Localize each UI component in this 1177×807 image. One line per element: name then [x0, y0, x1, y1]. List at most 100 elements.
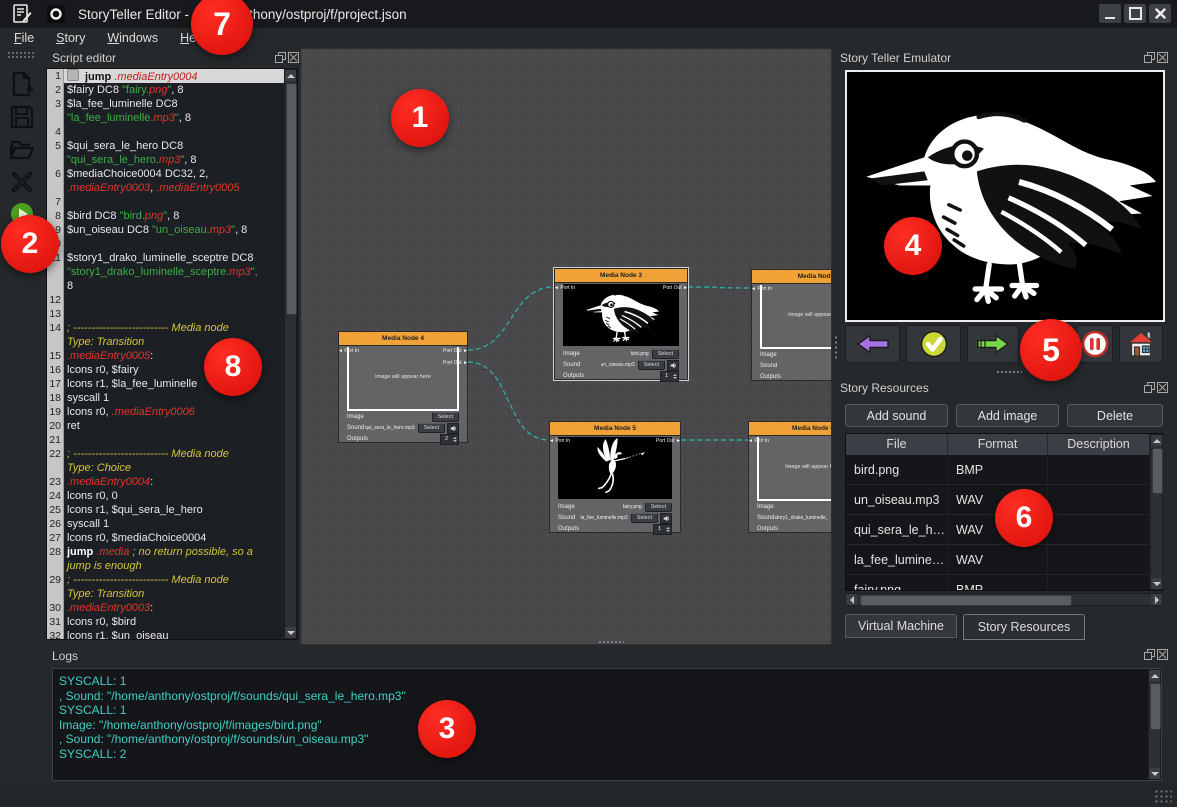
code-line[interactable]: 25lcons r1, $qui_sera_le_hero [47, 503, 284, 517]
port-out[interactable]: Port Out ► [663, 285, 688, 291]
column-header[interactable]: Format [948, 434, 1048, 455]
emulator-close-icon[interactable] [1156, 51, 1169, 64]
splitter-handle-bottom[interactable] [598, 640, 624, 645]
code-line[interactable]: jump is enough [47, 559, 284, 573]
code-line[interactable]: 28jump .media ; no return possible, so a [47, 545, 284, 559]
toolbar-drag-handle[interactable] [7, 51, 35, 59]
code-line[interactable]: 24lcons r0, 0 [47, 489, 284, 503]
scrollbar-thumb[interactable] [1152, 448, 1163, 494]
outputs-spinner[interactable]: 1 [653, 524, 672, 535]
logs-scrollbar[interactable] [1148, 669, 1161, 780]
port-in[interactable]: ◄ Port In [751, 286, 772, 292]
minimize-button[interactable] [1099, 4, 1121, 23]
close-project-button[interactable] [8, 168, 36, 196]
script-editor-float-icon[interactable] [274, 51, 287, 64]
logs-float-icon[interactable] [1143, 648, 1156, 661]
node-canvas[interactable]: Media Node 4Image will appear hereImageS… [300, 48, 832, 645]
code-line[interactable]: 8$bird DC8 "bird.png", 8 [47, 209, 284, 223]
code-line[interactable]: 21 [47, 433, 284, 447]
table-row[interactable]: bird.pngBMP [846, 455, 1162, 485]
sound-select-button[interactable]: Select [638, 360, 665, 370]
node-title[interactable]: Media Node 5 [550, 422, 680, 436]
media-node[interactable]: Media Node 6Image will appear hereImageS… [748, 421, 832, 533]
port-in[interactable]: ◄ Port In [549, 438, 570, 444]
spin-down-icon[interactable] [666, 530, 670, 534]
code-line[interactable]: 7 [47, 195, 284, 209]
script-editor-scrollbar[interactable] [284, 69, 297, 639]
next-button[interactable] [967, 325, 1019, 363]
save-button[interactable] [8, 103, 36, 131]
code-line[interactable]: "story1_drako_luminelle_sceptre.mp3", [47, 265, 284, 279]
open-button[interactable] [8, 136, 36, 164]
logs-close-icon[interactable] [1156, 648, 1169, 661]
resources-table-hscroll[interactable] [845, 593, 1163, 606]
table-row[interactable]: fairy.pngBMP [846, 575, 1162, 591]
tab-virtual-machine[interactable]: Virtual Machine [845, 614, 957, 638]
scroll-up-button[interactable] [1149, 670, 1160, 681]
code-line[interactable]: 6$mediaChoice0004 DC32, 2, [47, 167, 284, 181]
media-node[interactable]: Media Node 5Imagefairy.pngSelectSoundla_… [549, 421, 681, 533]
code-line[interactable]: 4 [47, 125, 284, 139]
node-title[interactable]: Media Node 4 [339, 332, 467, 346]
code-line[interactable]: 22; -------------------------- Media nod… [47, 447, 284, 461]
resources-table-vscroll[interactable] [1150, 434, 1163, 590]
port-in[interactable]: ◄ Port In [748, 438, 769, 444]
port-out[interactable]: Port Out ► [443, 360, 468, 366]
log-console[interactable]: SYSCALL: 1, Sound: "/home/anthony/ostpro… [52, 668, 1162, 781]
code-line[interactable]: 27lcons r0, $mediaChoice0004 [47, 531, 284, 545]
code-line[interactable]: 31lcons r0, $bird [47, 615, 284, 629]
outputs-spinner[interactable]: 2 [440, 434, 459, 445]
table-row[interactable]: la_fee_lumine…WAV [846, 545, 1162, 575]
scroll-left-button[interactable] [846, 594, 857, 605]
resources-float-icon[interactable] [1143, 381, 1156, 394]
port-out[interactable]: Port Out ► [656, 438, 681, 444]
sound-select-button[interactable]: Select [831, 513, 832, 523]
code-line[interactable]: 8 [47, 279, 284, 293]
port-in[interactable]: ◄ Port In [554, 285, 575, 291]
scrollbar-thumb[interactable] [1150, 683, 1161, 730]
scrollbar-thumb[interactable] [286, 83, 297, 315]
code-line[interactable]: 12 [47, 293, 284, 307]
play-sound-button[interactable] [667, 360, 679, 371]
scroll-up-button[interactable] [285, 70, 296, 81]
splitter-handle-emulator[interactable] [996, 370, 1022, 375]
node-title[interactable]: Media Node 3 [555, 269, 687, 283]
code-line[interactable]: 13 [47, 307, 284, 321]
sound-select-button[interactable]: Select [631, 513, 658, 523]
new-script-button[interactable] [8, 70, 36, 98]
menu-windows[interactable]: Windows [107, 31, 158, 45]
resize-grip[interactable] [1154, 789, 1172, 803]
node-title[interactable]: Media Node 6 [749, 422, 832, 436]
code-line[interactable]: Type: Choice [47, 461, 284, 475]
play-sound-button[interactable] [447, 423, 459, 434]
script-editor-header[interactable]: Script editor [52, 50, 116, 66]
code-line[interactable]: 1jump .mediaEntry0004 [47, 69, 284, 83]
logs-header[interactable]: Logs [52, 648, 78, 664]
splitter-handle-right[interactable] [834, 335, 839, 361]
menu-story[interactable]: Story [56, 31, 85, 45]
maximize-button[interactable] [1124, 4, 1146, 23]
image-select-button[interactable]: Select [432, 412, 459, 422]
code-line[interactable]: 3$la_fee_luminelle DC8 [47, 97, 284, 111]
close-button[interactable] [1149, 4, 1171, 23]
code-line[interactable]: "la_fee_luminelle.mp3", 8 [47, 111, 284, 125]
code-line[interactable]: 11$story1_drako_luminelle_sceptre DC8 [47, 251, 284, 265]
port-out[interactable]: Port Out ► [443, 348, 468, 354]
play-sound-button[interactable] [660, 513, 672, 524]
code-line[interactable]: 26syscall 1 [47, 517, 284, 531]
code-line[interactable]: .mediaEntry0003, .mediaEntry0005 [47, 181, 284, 195]
media-node[interactable]: Media Node 3Imagebird.pngSelectSoundun_o… [554, 268, 688, 380]
emulator-float-icon[interactable] [1143, 51, 1156, 64]
image-select-button[interactable]: Select [652, 349, 679, 359]
sound-select-button[interactable]: Select [831, 361, 832, 371]
scroll-up-button[interactable] [1151, 435, 1162, 446]
image-select-button[interactable]: Select [645, 502, 672, 512]
column-header[interactable]: File [846, 434, 948, 455]
scrollbar-thumb[interactable] [860, 595, 1072, 606]
home-button[interactable] [1119, 325, 1163, 363]
code-line[interactable]: 23.mediaEntry0004: [47, 475, 284, 489]
script-editor-close-icon[interactable] [287, 51, 300, 64]
delete-button[interactable]: Delete [1067, 404, 1163, 427]
code-line[interactable]: 32lcons r1, $un_oiseau [47, 629, 284, 639]
port-in[interactable]: ◄ Port In [338, 348, 359, 354]
